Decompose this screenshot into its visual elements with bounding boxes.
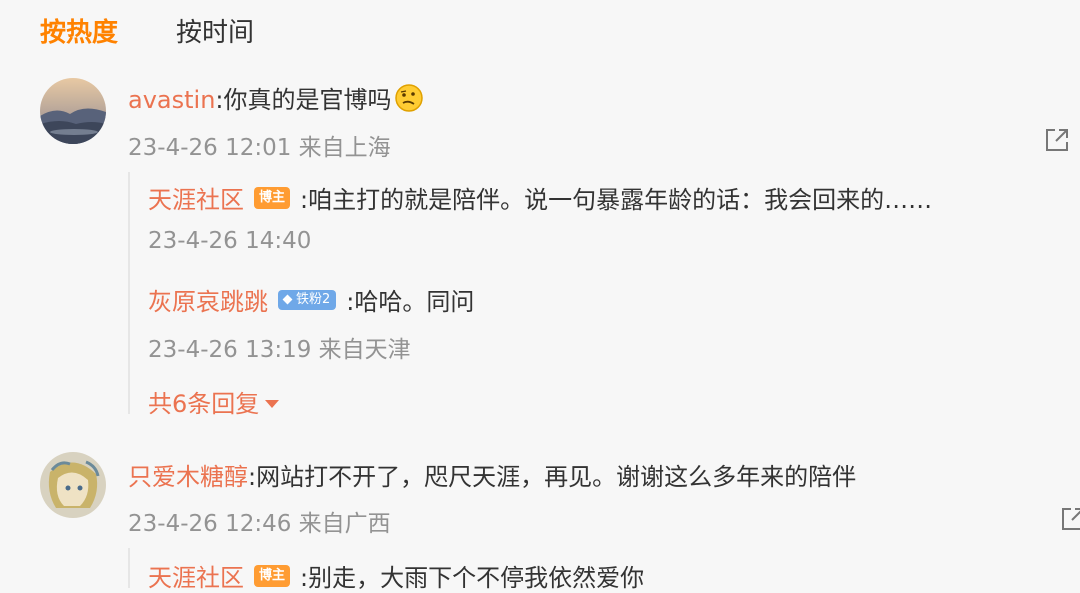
comment-text: :网站打不开了，咫尺天涯，再见。谢谢这么多年来的陪伴 [248,463,857,491]
reply-thread: 天涯社区 博主 :咱主打的就是陪伴。说一句暴露年龄的话：我会回来的…… 23-4… [128,172,1060,418]
more-replies-label: 共6条回复 [148,390,260,418]
share-icon[interactable] [1042,125,1072,155]
reply-time: 23-4-26 14:40 [148,228,312,254]
comment-meta: 23-4-26 12:46 来自广西 [128,504,391,538]
reply-text: :哈哈。同问 [346,288,475,316]
avatar[interactable] [40,452,106,518]
diamond-icon [282,294,293,305]
reply-meta: 23-4-26 13:19 来自天津 [148,330,411,364]
comment-meta: 23-4-26 12:01 来自上海 [128,128,391,162]
comment-line: 只爱木糖醇:网站打不开了，咫尺天涯，再见。谢谢这么多年来的陪伴 [128,457,856,492]
reply-text: :咱主打的就是陪伴。说一句暴露年龄的话：我会回来的…… [300,186,933,214]
comment-username[interactable]: 只爱木糖醇 [128,463,248,491]
comment-location: 来自上海 [298,135,391,161]
fan-badge: 铁粉2 [278,289,337,310]
caret-down-icon [265,399,280,408]
avatar-landscape-image [40,78,106,144]
reply-line: 灰原哀跳跳 铁粉2 :哈哈。同问 [148,282,474,317]
sort-tabs: 按热度 按时间 [40,10,312,50]
comment-time: 23-4-26 12:46 [128,511,292,537]
tab-time[interactable]: 按时间 [176,12,254,49]
reply-username[interactable]: 天涯社区 [148,180,244,215]
share-icon[interactable] [1058,504,1080,534]
tab-hot[interactable]: 按热度 [40,12,118,49]
comment-location: 来自广西 [298,511,391,537]
comment-time: 23-4-26 12:01 [128,135,292,161]
comment-username[interactable]: avastin [128,86,215,114]
avatar-character-image [40,452,106,518]
reply-line: 天涯社区 博主 :咱主打的就是陪伴。说一句暴露年龄的话：我会回来的…… [148,180,932,215]
reply-time: 23-4-26 13:19 [148,337,312,363]
reply-username[interactable]: 灰原哀跳跳 [148,282,268,317]
comment-text: :你真的是官博吗 [215,86,392,114]
thinking-face-emoji [394,83,424,119]
reply-thread: 天涯社区 博主 :别走，大雨下个不停我依然爱你 [128,548,1060,592]
host-badge: 博主 [254,186,291,209]
more-replies-link[interactable]: 共6条回复 [148,384,280,419]
avatar[interactable] [40,78,106,144]
fan-badge-label: 铁粉2 [296,291,331,307]
comment-line: avastin:你真的是官博吗 [128,80,424,119]
reply-location: 来自天津 [318,337,411,363]
